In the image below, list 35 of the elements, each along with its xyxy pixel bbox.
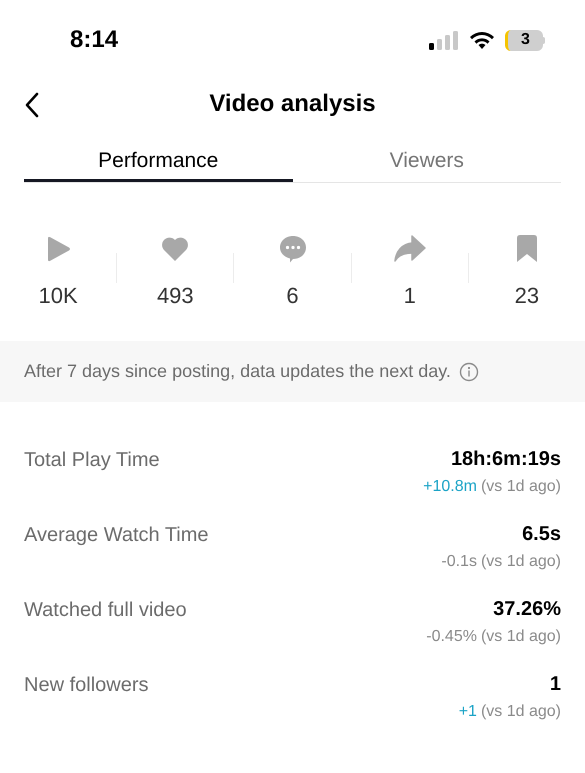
change-value: +10.8m <box>423 477 477 497</box>
status-time: 8:14 <box>70 25 118 55</box>
stat-count: 6 <box>286 282 299 310</box>
metric-value: 6.5s <box>522 522 561 547</box>
signal-icon <box>429 30 459 50</box>
back-icon[interactable] <box>24 92 40 118</box>
metric-label: Average Watch Time <box>24 523 209 548</box>
stat-count: 493 <box>156 282 194 310</box>
metric-value: 37.26% <box>493 597 561 622</box>
change-value: +1 <box>458 702 477 722</box>
heart-icon <box>160 235 190 263</box>
tab[interactable]: Performance <box>24 142 292 182</box>
share-arrow-icon <box>392 234 427 264</box>
wifi-icon <box>469 30 495 50</box>
stat-count: 23 <box>514 282 540 310</box>
metric-value: 1 <box>550 672 561 697</box>
battery-icon: 3 <box>505 30 545 50</box>
comparison-note: (vs 1d ago) <box>480 627 561 647</box>
metric-label: New followers <box>24 673 148 698</box>
notice-text: After 7 days since posting, data updates the next day. <box>24 360 451 383</box>
stat-count: 10K <box>38 282 78 310</box>
change-value: -0.1s <box>441 552 477 572</box>
speech-bubble-icon <box>278 234 308 264</box>
comparison-note: (vs 1d ago) <box>480 477 561 497</box>
comparison-note: (vs 1d ago) <box>480 702 561 722</box>
comparison-note: (vs 1d ago) <box>480 552 561 572</box>
page-title: Video analysis <box>209 89 376 119</box>
metric-label: Total Play Time <box>24 448 160 473</box>
info-icon[interactable] <box>458 362 479 382</box>
tab[interactable]: Viewers <box>292 142 561 182</box>
bookmark-icon <box>514 234 539 264</box>
change-value: -0.45% <box>426 627 477 647</box>
metric-value: 18h:6m:19s <box>450 447 561 472</box>
metric-label: Watched full video <box>24 598 187 623</box>
stat-count: 1 <box>404 282 416 310</box>
